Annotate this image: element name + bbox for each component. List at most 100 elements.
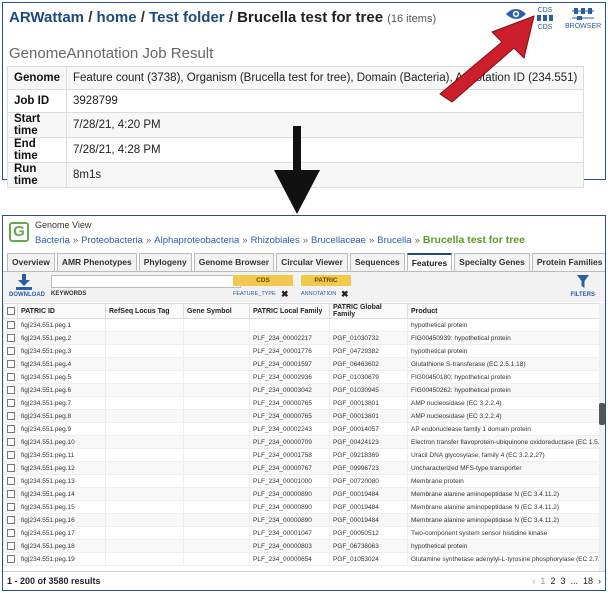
filter-icon[interactable]	[577, 275, 589, 289]
row-checkbox[interactable]	[7, 399, 15, 407]
row-checkbox[interactable]	[7, 425, 15, 433]
row-checkbox[interactable]	[7, 412, 15, 420]
row-checkbox-cell[interactable]	[3, 461, 18, 475]
row-checkbox[interactable]	[7, 360, 15, 368]
tab-amr-phenotypes[interactable]: AMR Phenotypes	[56, 253, 137, 271]
table-row[interactable]: fig|234.551.peg.4 PLF_234_00001597 PGF_064…	[3, 357, 605, 371]
tab-overview[interactable]: Overview	[7, 253, 55, 271]
row-checkbox[interactable]	[7, 542, 15, 550]
table-row[interactable]: fig|234.551.peg.12 PLF_234_00000767 PGF_09…	[3, 461, 605, 475]
breadcrumb-user[interactable]: ARWattam	[9, 9, 84, 26]
row-checkbox[interactable]	[7, 347, 15, 355]
lineage-link[interactable]: Alphaproteobacteria	[154, 235, 239, 246]
row-checkbox-cell[interactable]	[3, 552, 18, 566]
grid-scrollbar[interactable]	[599, 303, 605, 571]
row-checkbox-cell[interactable]	[3, 474, 18, 488]
row-checkbox[interactable]	[7, 464, 15, 472]
row-checkbox[interactable]	[7, 321, 15, 329]
table-row[interactable]: fig|234.551.peg.3 PLF_234_00001776 PGF_047…	[3, 344, 605, 358]
table-row[interactable]: fig|234.551.peg.10 PLF_234_00000709 PGF_00…	[3, 435, 605, 449]
browser-button[interactable]: BROWSER	[565, 7, 601, 30]
column-header[interactable]: Gene Symbol	[183, 303, 250, 319]
table-row[interactable]: fig|234.551.peg.17 PLF_234_00001047 PGF_00…	[3, 526, 605, 540]
column-header[interactable]: PATRIC Local Family	[249, 303, 330, 319]
row-checkbox[interactable]	[7, 438, 15, 446]
select-all-checkbox[interactable]	[3, 303, 18, 319]
row-checkbox-cell[interactable]	[3, 526, 18, 540]
table-row[interactable]: fig|234.551.peg.6 PLF_234_00003042 PGF_010…	[3, 383, 605, 397]
row-checkbox[interactable]	[7, 490, 15, 498]
row-checkbox[interactable]	[7, 503, 15, 511]
download-icon[interactable]	[15, 274, 33, 290]
row-checkbox[interactable]	[7, 516, 15, 524]
row-checkbox-cell[interactable]	[3, 344, 18, 358]
lineage-link[interactable]: Proteobacteria	[81, 235, 143, 246]
row-checkbox[interactable]	[7, 477, 15, 485]
column-header[interactable]: RefSeq Locus Tag	[105, 303, 184, 319]
lineage-link[interactable]: Bacteria	[35, 235, 70, 246]
table-cell: PLF_234_00000765	[249, 396, 330, 410]
row-checkbox[interactable]	[7, 529, 15, 537]
table-row[interactable]: fig|234.551.peg.14 PLF_234_00000890 PGF_00…	[3, 487, 605, 501]
tab-protein-families[interactable]: Protein Families	[531, 253, 605, 271]
row-checkbox-cell[interactable]	[3, 487, 18, 501]
tab-sequences[interactable]: Sequences	[349, 253, 405, 271]
lineage-link[interactable]: Brucella	[377, 235, 411, 246]
tab-features[interactable]: Features	[406, 253, 453, 271]
table-row[interactable]: fig|234.551.peg.7 PLF_234_00000765 PGF_000…	[3, 396, 605, 410]
tab-phylogeny[interactable]: Phylogeny	[138, 253, 192, 271]
table-row[interactable]: fig|234.551.peg.19 PLF_234_00000654 PGF_01…	[3, 552, 605, 566]
row-checkbox-cell[interactable]	[3, 383, 18, 397]
lineage-link[interactable]: Rhizobiales	[251, 235, 300, 246]
filters-label[interactable]: FILTERS	[570, 292, 595, 298]
page-3-button[interactable]: 3	[560, 576, 565, 586]
tab-specialty-genes[interactable]: Specialty Genes	[454, 253, 530, 271]
row-checkbox-cell[interactable]	[3, 448, 18, 462]
row-checkbox-cell[interactable]	[3, 357, 18, 371]
tab-circular-viewer[interactable]: Circular Viewer	[276, 253, 348, 271]
breadcrumb-home[interactable]: home	[97, 9, 137, 26]
lineage-link[interactable]: Brucellaceae	[311, 235, 366, 246]
table-row[interactable]: fig|234.551.peg.13 PLF_234_00001000 PGF_00…	[3, 474, 605, 488]
checkbox[interactable]	[7, 307, 15, 315]
row-checkbox-cell[interactable]	[3, 513, 18, 527]
row-checkbox-cell[interactable]	[3, 318, 18, 332]
remove-feature-type-icon[interactable]: ✖	[281, 289, 289, 300]
row-checkbox[interactable]	[7, 373, 15, 381]
table-row[interactable]: fig|234.551.peg.2 PLF_234_00002217 PGF_010…	[3, 331, 605, 345]
download-label[interactable]: DOWNLOAD	[9, 292, 45, 298]
column-header[interactable]: Product	[407, 303, 605, 319]
table-row[interactable]: fig|234.551.peg.5 PLF_234_00002936 PGF_010…	[3, 370, 605, 384]
remove-annotation-icon[interactable]: ✖	[341, 289, 349, 300]
table-row[interactable]: fig|234.551.peg.1 hypothetical protein	[3, 318, 605, 332]
last-page-button[interactable]: 18	[583, 576, 593, 586]
tab-genome-browser[interactable]: Genome Browser	[193, 253, 275, 271]
table-row[interactable]: fig|234.551.peg.18 PLF_234_00000803 PGF_06…	[3, 539, 605, 553]
prev-page-button[interactable]: ‹	[532, 576, 535, 586]
page-1-button[interactable]: 1	[540, 576, 545, 586]
row-checkbox-cell[interactable]	[3, 396, 18, 410]
scrollbar-thumb[interactable]	[599, 403, 605, 425]
row-checkbox[interactable]	[7, 451, 15, 459]
table-row[interactable]: fig|234.551.peg.15 PLF_234_00000890 PGF_00…	[3, 500, 605, 514]
table-row[interactable]: fig|234.551.peg.9 PLF_234_00002243 PGF_000…	[3, 422, 605, 436]
row-checkbox[interactable]	[7, 386, 15, 394]
row-checkbox-cell[interactable]	[3, 500, 18, 514]
breadcrumb-folder[interactable]: Test folder	[149, 9, 225, 26]
row-checkbox[interactable]	[7, 334, 15, 342]
table-row[interactable]: fig|234.551.peg.8 PLF_234_00000765 PGF_000…	[3, 409, 605, 423]
row-checkbox-cell[interactable]	[3, 409, 18, 423]
keywords-input[interactable]	[51, 275, 241, 288]
table-row[interactable]: fig|234.551.peg.11 PLF_234_00001758 PGF_09…	[3, 448, 605, 462]
next-page-button[interactable]: ›	[598, 576, 601, 586]
row-checkbox[interactable]	[7, 555, 15, 563]
row-checkbox-cell[interactable]	[3, 435, 18, 449]
table-row[interactable]: fig|234.551.peg.16 PLF_234_00000890 PGF_00…	[3, 513, 605, 527]
row-checkbox-cell[interactable]	[3, 539, 18, 553]
page-2-button[interactable]: 2	[550, 576, 555, 586]
row-checkbox-cell[interactable]	[3, 331, 18, 345]
row-checkbox-cell[interactable]	[3, 422, 18, 436]
column-header[interactable]: PATRIC Global Family	[329, 303, 408, 319]
column-header[interactable]: PATRIC ID	[17, 303, 106, 319]
row-checkbox-cell[interactable]	[3, 370, 18, 384]
